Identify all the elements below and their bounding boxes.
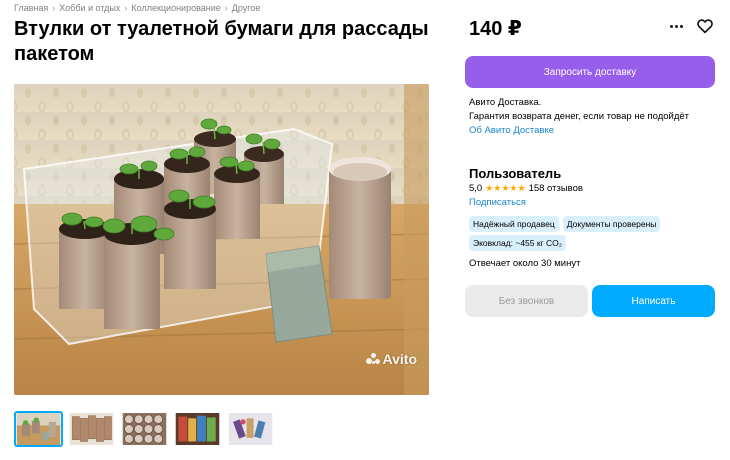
- more-dots-icon[interactable]: [670, 20, 686, 32]
- no-calls-button[interactable]: Без звонков: [465, 285, 588, 317]
- thumbnail[interactable]: [120, 411, 169, 447]
- breadcrumb-separator-icon: ›: [124, 3, 128, 13]
- rating-stars-icon: ★★★★★: [485, 183, 526, 193]
- breadcrumb: Главная › Хобби и отдых › Коллекциониров…: [14, 3, 260, 13]
- reviews-count[interactable]: 158 отзывов: [529, 183, 583, 194]
- page-title: Втулки от туалетной бумаги для рассады п…: [14, 18, 429, 65]
- documents-verified-badge: Документы проверены: [562, 216, 661, 232]
- request-delivery-button[interactable]: Запросить доставку: [465, 56, 715, 88]
- main-photo[interactable]: Avito: [14, 84, 429, 395]
- seller-badges: Надёжный продавец Документы проверены Эк…: [469, 216, 719, 251]
- breadcrumb-hobby[interactable]: Хобби и отдых: [59, 3, 120, 13]
- thumbnail[interactable]: [14, 411, 63, 447]
- seller-rating: 5,0 ★★★★★ 158 отзывов: [469, 183, 583, 194]
- breadcrumb-separator-icon: ›: [224, 3, 228, 13]
- thumbnail[interactable]: [173, 411, 222, 447]
- breadcrumb-separator-icon: ›: [52, 3, 56, 13]
- avito-watermark: Avito: [365, 351, 417, 367]
- breadcrumb-home[interactable]: Главная: [14, 3, 48, 13]
- avito-logo-icon: [365, 352, 380, 366]
- breadcrumb-other[interactable]: Другое: [232, 3, 261, 13]
- breadcrumb-collecting[interactable]: Коллекционирование: [131, 3, 220, 13]
- thumbnail[interactable]: [226, 411, 275, 447]
- reliable-seller-badge: Надёжный продавец: [469, 216, 559, 232]
- delivery-guarantee: Гарантия возврата денег, если товар не п…: [469, 111, 690, 122]
- thumbnail[interactable]: [67, 411, 116, 447]
- price: 140 ₽: [469, 18, 522, 40]
- reply-time: Отвечает около 30 минут: [469, 258, 581, 269]
- about-delivery-link[interactable]: Об Авито Доставке: [469, 124, 689, 138]
- write-message-button[interactable]: Написать: [592, 285, 715, 317]
- seedling-photo: [14, 84, 429, 395]
- subscribe-link[interactable]: Подписаться: [469, 197, 526, 208]
- delivery-title: Авито Доставка.: [469, 97, 542, 108]
- delivery-info: Авито Доставка. Гарантия возврата денег,…: [469, 96, 689, 138]
- rating-value: 5,0: [469, 183, 483, 194]
- heart-icon[interactable]: [696, 17, 714, 35]
- eco-contribution-badge: Эковклад: ~455 кг CO₂: [469, 235, 567, 251]
- seller-name[interactable]: Пользователь: [469, 166, 561, 181]
- thumbnail-strip: [14, 411, 275, 447]
